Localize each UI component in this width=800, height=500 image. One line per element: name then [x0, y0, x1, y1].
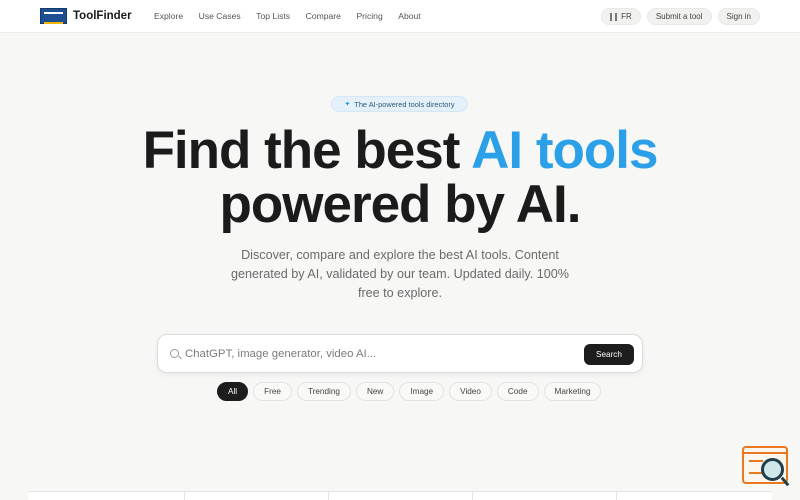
search-button[interactable]: Search — [584, 344, 634, 365]
search-assistant-widget[interactable] — [741, 444, 789, 490]
hero-badge-label: The AI-powered tools directory — [354, 99, 455, 109]
search-icon — [170, 349, 179, 358]
nav-link-pricing[interactable]: Pricing — [356, 11, 382, 21]
headline-line2: powered by AI. — [219, 175, 582, 234]
card-divider — [616, 492, 617, 500]
chip-video[interactable]: Video — [449, 382, 492, 401]
language-label: FR — [621, 12, 632, 21]
hero-subtitle: Discover, compare and explore the best A… — [231, 248, 569, 300]
sign-in-button[interactable]: Sign in — [717, 8, 760, 25]
search-input[interactable] — [185, 344, 575, 364]
chip-new[interactable]: New — [355, 382, 395, 401]
nav-actions: FR Submit a tool Sign in — [595, 8, 760, 25]
top-navbar: ToolFinder Explore Use Cases Top Lists C… — [0, 0, 800, 33]
headline-accent: AI tools — [471, 121, 658, 180]
tool-cards-row — [28, 491, 772, 500]
nav-links: Explore Use Cases Top Lists Compare Pric… — [154, 11, 436, 21]
chip-all[interactable]: All — [217, 382, 249, 401]
chip-trending[interactable]: Trending — [296, 382, 351, 401]
search-bar: Search — [157, 334, 643, 373]
hero-headline: Find the best AI tools powered by AI. — [0, 124, 800, 232]
nav-link-top-lists[interactable]: Top Lists — [256, 11, 290, 21]
chip-free[interactable]: Free — [253, 382, 292, 401]
brand-name: ToolFinder — [73, 10, 132, 22]
headline-prefix: Find the best — [142, 121, 472, 180]
card-divider — [472, 492, 473, 500]
card-divider — [184, 492, 185, 500]
logo-icon — [40, 8, 67, 24]
hero-badge: ✦ The AI-powered tools directory — [331, 96, 468, 112]
filter-chips: All Free Trending New Image Video Code M… — [217, 382, 606, 401]
nav-link-explore[interactable]: Explore — [154, 11, 183, 21]
chip-marketing[interactable]: Marketing — [543, 382, 602, 401]
nav-link-compare[interactable]: Compare — [306, 11, 341, 21]
chip-image[interactable]: Image — [399, 382, 445, 401]
nav-link-about[interactable]: About — [398, 11, 420, 21]
card-divider — [328, 492, 329, 500]
sparkle-icon: ✦ — [344, 101, 351, 108]
nav-link-use-cases[interactable]: Use Cases — [199, 11, 241, 21]
magnifier-icon — [761, 458, 784, 481]
language-icon — [610, 12, 618, 21]
brand-logo[interactable]: ToolFinder — [40, 8, 132, 24]
language-switch-button[interactable]: FR — [601, 8, 641, 25]
chip-code[interactable]: Code — [496, 382, 539, 401]
submit-tool-button[interactable]: Submit a tool — [646, 8, 712, 25]
